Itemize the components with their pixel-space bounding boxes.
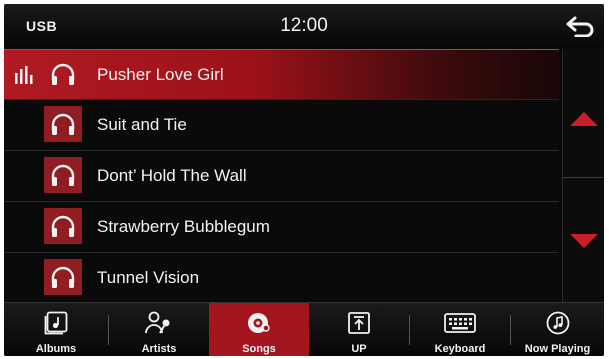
tab-label: Songs [242, 343, 276, 355]
triangle-down-icon [570, 234, 598, 248]
tab-label: Now Playing [524, 343, 591, 355]
up-folder-icon [347, 311, 371, 335]
back-button[interactable] [562, 12, 598, 40]
song-title: Strawberry Bubblegum [97, 217, 270, 236]
headphones-icon [44, 208, 82, 244]
tab-label: Albums [35, 343, 77, 355]
tab-songs[interactable]: Songs [209, 303, 309, 356]
song-row[interactable]: Suit and Tie [4, 100, 559, 151]
scroll-up-button[interactable] [563, 89, 604, 149]
song-title: Suit and Tie [97, 115, 187, 134]
tab-albums[interactable]: Albums [4, 303, 108, 356]
song-title: Pusher Love Girl [97, 65, 224, 84]
tab-label: Artists [141, 343, 177, 355]
song-row[interactable]: Dont’ Hold The Wall [4, 151, 559, 202]
equalizer-icon [15, 66, 33, 84]
artist-icon [145, 311, 173, 335]
song-title: Dont’ Hold The Wall [97, 166, 247, 185]
keyboard-icon [444, 311, 476, 335]
tab-artists[interactable]: Artists [109, 303, 209, 356]
media-player-screen: USB 12:00 Pusher Love Girl Suit and Tie … [4, 4, 604, 356]
triangle-up-icon [570, 112, 598, 126]
scroll-down-button[interactable] [563, 211, 604, 271]
song-row[interactable]: Strawberry Bubblegum [4, 202, 559, 253]
tab-now-playing[interactable]: Now Playing [511, 303, 604, 356]
headphones-icon [44, 259, 82, 295]
tab-label: UP [351, 343, 367, 355]
scroll-controls [562, 49, 604, 302]
tab-up[interactable]: UP [309, 303, 409, 356]
back-arrow-icon [566, 16, 594, 37]
headphones-icon [44, 56, 82, 92]
song-list: Pusher Love Girl Suit and Tie Dont’ Hold… [4, 49, 559, 302]
status-bar: USB 12:00 [4, 4, 604, 48]
headphones-icon [44, 157, 82, 193]
headphones-icon [44, 106, 82, 142]
song-title: Tunnel Vision [97, 268, 200, 287]
tab-keyboard[interactable]: Keyboard [410, 303, 510, 356]
album-icon [44, 311, 68, 335]
tab-label: Keyboard [434, 343, 486, 355]
song-row[interactable]: Pusher Love Girl [4, 49, 559, 100]
song-row[interactable]: Tunnel Vision [4, 253, 559, 304]
disc-icon [246, 311, 272, 335]
divider [563, 177, 604, 178]
bottom-tab-bar: Albums Artists Songs UP Keyboard Now Pla… [4, 302, 604, 356]
music-note-icon [546, 311, 570, 335]
clock: 12:00 [280, 15, 328, 36]
